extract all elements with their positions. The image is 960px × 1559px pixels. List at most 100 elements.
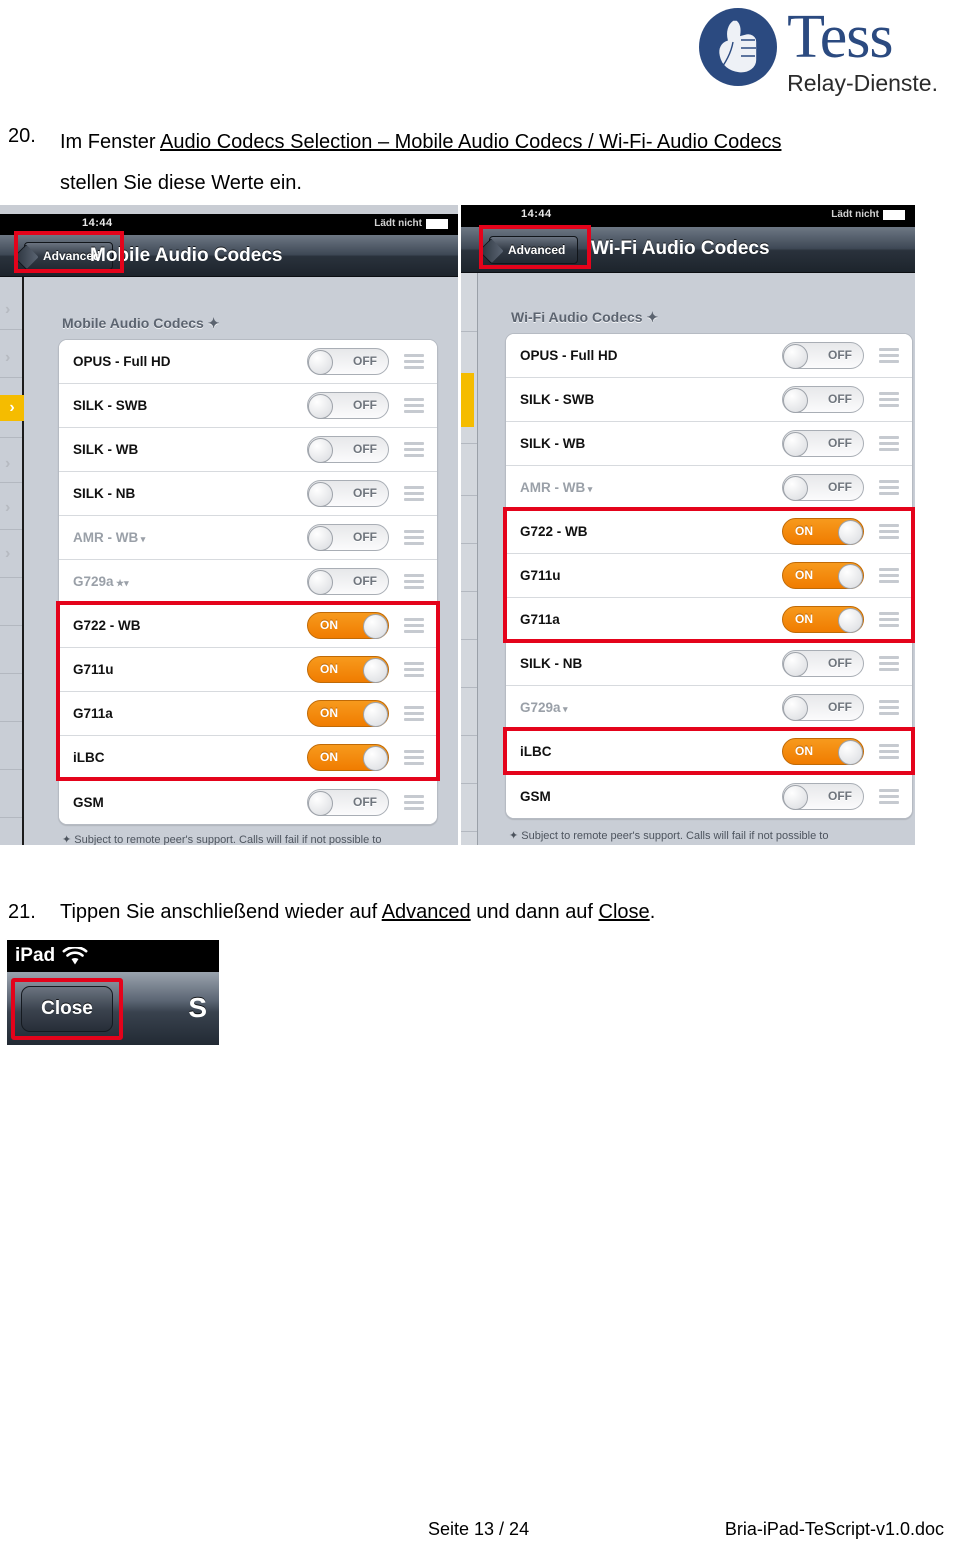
chevron-right-icon-selected[interactable]: › <box>0 395 24 421</box>
codec-row[interactable]: iLBC ON <box>506 730 912 774</box>
codec-row[interactable]: GSM OFF <box>506 774 912 818</box>
toggle-knob[interactable] <box>783 784 808 810</box>
reorder-handle-icon[interactable] <box>399 442 429 457</box>
toggle-knob[interactable] <box>838 608 863 633</box>
toggle-knob[interactable] <box>838 564 863 589</box>
toggle-knob[interactable] <box>308 482 333 507</box>
codec-row[interactable]: G722 - WB ON <box>506 510 912 554</box>
reorder-handle-icon[interactable] <box>399 706 429 721</box>
reorder-handle-icon[interactable] <box>399 398 429 413</box>
codec-row[interactable]: G711u ON <box>59 648 437 692</box>
codec-row[interactable]: G711a ON <box>59 692 437 736</box>
advanced-back-button[interactable]: Advanced <box>489 236 579 264</box>
chevron-right-icon[interactable]: › <box>5 349 10 367</box>
codec-row[interactable]: AMR - WB ▾ OFF <box>506 466 912 510</box>
toggle-knob[interactable] <box>783 652 808 677</box>
toggle-knob[interactable] <box>363 746 388 771</box>
reorder-handle-icon[interactable] <box>399 794 429 810</box>
reorder-handle-icon[interactable] <box>874 612 904 627</box>
codec-toggle-switch[interactable]: ON <box>782 738 864 765</box>
reorder-handle-icon[interactable] <box>399 354 429 369</box>
codec-toggle-switch[interactable]: OFF <box>307 568 389 595</box>
codec-toggle-switch[interactable]: OFF <box>307 788 389 816</box>
codec-toggle-switch[interactable]: OFF <box>782 694 864 721</box>
reorder-handle-icon[interactable] <box>874 480 904 495</box>
reorder-handle-icon[interactable] <box>874 656 904 671</box>
codec-toggle-switch[interactable]: OFF <box>782 430 864 457</box>
codec-row[interactable]: iLBC ON <box>59 736 437 780</box>
toggle-knob[interactable] <box>363 658 388 683</box>
codec-toggle-switch[interactable]: ON <box>307 700 389 727</box>
reorder-handle-icon[interactable] <box>874 700 904 715</box>
chevron-right-icon[interactable]: › <box>5 301 10 319</box>
reorder-handle-icon[interactable] <box>874 744 904 759</box>
codec-toggle-switch[interactable]: ON <box>782 562 864 589</box>
codec-toggle-switch[interactable]: OFF <box>307 392 389 419</box>
reorder-handle-icon[interactable] <box>874 524 904 539</box>
codec-toggle-switch[interactable]: OFF <box>782 474 864 501</box>
codec-row[interactable]: GSM OFF <box>59 780 437 824</box>
reorder-handle-icon[interactable] <box>399 662 429 677</box>
toggle-knob[interactable] <box>308 350 333 375</box>
sidebar-selected-indicator[interactable] <box>461 373 474 427</box>
codec-row[interactable]: SILK - NB OFF <box>506 642 912 686</box>
chevron-right-icon[interactable]: › <box>5 499 10 517</box>
codec-row[interactable]: G722 - WB ON <box>59 604 437 648</box>
chevron-right-icon[interactable]: › <box>5 545 10 563</box>
codec-toggle-switch[interactable]: OFF <box>782 342 864 369</box>
codec-row[interactable]: G711a ON <box>506 598 912 642</box>
codec-toggle-switch[interactable]: ON <box>782 606 864 633</box>
codec-toggle-switch[interactable]: OFF <box>782 386 864 413</box>
chevron-down-icon[interactable]: ▾ <box>138 534 146 544</box>
codec-toggle-switch[interactable]: ON <box>307 612 389 639</box>
codec-row[interactable]: SILK - WB OFF <box>506 422 912 466</box>
reorder-handle-icon[interactable] <box>399 574 429 589</box>
codec-row[interactable]: SILK - SWB OFF <box>506 378 912 422</box>
codec-row[interactable]: OPUS - Full HD OFF <box>506 334 912 378</box>
codec-toggle-switch[interactable]: ON <box>307 656 389 683</box>
reorder-handle-icon[interactable] <box>399 618 429 633</box>
codec-row[interactable]: SILK - WB OFF <box>59 428 437 472</box>
codec-toggle-switch[interactable]: OFF <box>307 348 389 375</box>
toggle-knob[interactable] <box>363 614 388 639</box>
toggle-knob[interactable] <box>308 438 333 463</box>
codec-toggle-switch[interactable]: OFF <box>307 436 389 463</box>
toggle-knob[interactable] <box>308 570 333 595</box>
codec-toggle-switch[interactable]: OFF <box>307 524 389 551</box>
chevron-right-icon[interactable]: › <box>5 455 10 473</box>
codec-row[interactable]: SILK - NB OFF <box>59 472 437 516</box>
reorder-handle-icon[interactable] <box>874 568 904 583</box>
reorder-handle-icon[interactable] <box>399 530 429 545</box>
chevron-down-icon[interactable]: ★▾ <box>114 578 129 588</box>
toggle-knob[interactable] <box>783 476 808 501</box>
toggle-knob[interactable] <box>363 702 388 727</box>
toggle-knob[interactable] <box>783 388 808 413</box>
reorder-handle-icon[interactable] <box>874 436 904 451</box>
reorder-handle-icon[interactable] <box>874 788 904 804</box>
reorder-handle-icon[interactable] <box>399 750 429 765</box>
reorder-handle-icon[interactable] <box>399 486 429 501</box>
codec-toggle-switch[interactable]: ON <box>307 744 389 771</box>
toggle-knob[interactable] <box>308 394 333 419</box>
toggle-knob[interactable] <box>783 432 808 457</box>
codec-row[interactable]: SILK - SWB OFF <box>59 384 437 428</box>
toggle-knob[interactable] <box>838 740 863 765</box>
reorder-handle-icon[interactable] <box>874 392 904 407</box>
toggle-knob[interactable] <box>783 696 808 721</box>
codec-row[interactable]: G729a ★▾ OFF <box>59 560 437 604</box>
toggle-knob[interactable] <box>783 344 808 369</box>
codec-toggle-switch[interactable]: OFF <box>782 782 864 810</box>
reorder-handle-icon[interactable] <box>874 348 904 363</box>
toggle-knob[interactable] <box>308 790 333 816</box>
chevron-down-icon[interactable]: ▾ <box>585 484 593 494</box>
codec-row[interactable]: AMR - WB ▾ OFF <box>59 516 437 560</box>
toggle-knob[interactable] <box>838 520 863 545</box>
codec-toggle-switch[interactable]: ON <box>782 518 864 545</box>
codec-toggle-switch[interactable]: OFF <box>307 480 389 507</box>
toggle-knob[interactable] <box>308 526 333 551</box>
codec-row[interactable]: OPUS - Full HD OFF <box>59 340 437 384</box>
codec-row[interactable]: G711u ON <box>506 554 912 598</box>
codec-row[interactable]: G729a ▾ OFF <box>506 686 912 730</box>
codec-toggle-switch[interactable]: OFF <box>782 650 864 677</box>
chevron-down-icon[interactable]: ▾ <box>561 704 568 714</box>
